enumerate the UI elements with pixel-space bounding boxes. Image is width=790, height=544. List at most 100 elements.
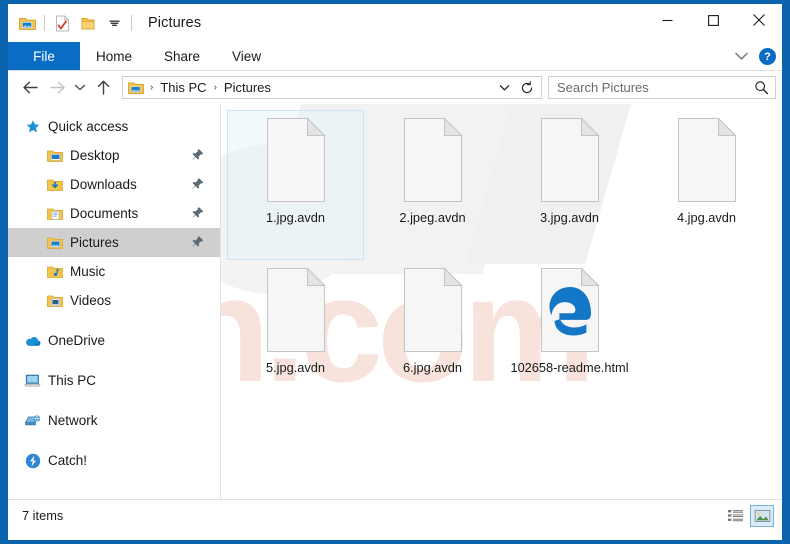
tab-home[interactable]: Home: [80, 42, 148, 70]
window-title: Pictures: [148, 15, 202, 31]
properties-icon[interactable]: [49, 10, 75, 36]
sidebar-item-label: Music: [70, 264, 106, 279]
breadcrumb-separator-2: ›: [213, 82, 217, 93]
sidebar-item-label: This PC: [48, 373, 97, 388]
file-item[interactable]: 4.jpg.avdn: [638, 110, 775, 260]
view-buttons: [723, 504, 774, 527]
search-placeholder: Search Pictures: [557, 80, 649, 95]
sidebar-item-desktop[interactable]: Desktop: [8, 141, 220, 170]
blank-file-icon: [263, 117, 329, 203]
file-item[interactable]: 102658-readme.html: [501, 260, 638, 410]
blank-file-icon: [400, 267, 466, 353]
file-explorer-window: Pictures File Home Share View ? › This P…: [8, 4, 782, 540]
sidebar-item-label: Catch!: [48, 453, 88, 468]
pin-icon[interactable]: [192, 235, 204, 250]
pictures-folder-icon[interactable]: [14, 10, 40, 36]
sidebar-item-label: Videos: [70, 293, 112, 308]
address-dropdown-icon[interactable]: [494, 84, 515, 92]
sidebar-item-catch[interactable]: Catch!: [8, 446, 220, 475]
ribbon-tab-bar: File Home Share View ?: [8, 42, 782, 71]
edge-html-file-icon: [537, 267, 603, 353]
sidebar-item-documents[interactable]: Documents: [8, 199, 220, 228]
sidebar-item-this-pc[interactable]: This PC: [8, 366, 220, 395]
tab-file[interactable]: File: [8, 42, 80, 70]
sidebar-item-pictures[interactable]: Pictures: [8, 228, 220, 257]
navigation-bar: › This PC › Pictures Search Pictures: [8, 71, 782, 104]
up-button[interactable]: [90, 75, 116, 101]
maximize-button[interactable]: [690, 4, 736, 36]
minimize-button[interactable]: [644, 4, 690, 36]
details-view-icon[interactable]: [723, 505, 747, 527]
file-item[interactable]: 1.jpg.avdn: [227, 110, 364, 260]
blank-file-icon: [674, 117, 740, 203]
item-count-label: 7 items: [22, 508, 64, 523]
refresh-icon[interactable]: [517, 80, 537, 95]
qat-separator-1: [44, 15, 45, 31]
title-bar: Pictures: [8, 4, 782, 42]
recent-locations-icon[interactable]: [70, 75, 90, 101]
file-name: 3.jpg.avdn: [539, 210, 600, 225]
navigation-pane: Quick access Desktop Downloads Documents…: [8, 104, 220, 499]
tab-view[interactable]: View: [216, 42, 277, 70]
pin-icon[interactable]: [192, 148, 204, 163]
sidebar-gap-4: [8, 435, 220, 446]
address-bar-controls: [494, 80, 537, 95]
star-icon: [24, 118, 41, 135]
file-name: 102658-readme.html: [510, 360, 629, 375]
file-name: 5.jpg.avdn: [265, 360, 326, 375]
sidebar-gap-1: [8, 315, 220, 326]
window-controls: [644, 4, 782, 36]
catch-icon: [24, 452, 41, 469]
back-button[interactable]: [18, 75, 44, 101]
onedrive-cloud-icon: [24, 332, 41, 349]
file-item[interactable]: 2.jpeg.avdn: [364, 110, 501, 260]
breadcrumb-item-pictures[interactable]: Pictures: [221, 80, 274, 95]
pictures-folder-icon: [46, 234, 63, 251]
breadcrumb-root-icon[interactable]: [128, 81, 144, 95]
file-item[interactable]: 5.jpg.avdn: [227, 260, 364, 410]
search-input[interactable]: Search Pictures: [548, 76, 776, 99]
sidebar-item-music[interactable]: Music: [8, 257, 220, 286]
help-icon[interactable]: ?: [759, 48, 776, 65]
sidebar-item-label: Pictures: [70, 235, 119, 250]
blank-file-icon: [400, 117, 466, 203]
file-item[interactable]: 3.jpg.avdn: [501, 110, 638, 260]
sidebar-item-onedrive[interactable]: OneDrive: [8, 326, 220, 355]
network-icon: [24, 412, 41, 429]
blank-file-icon: [537, 117, 603, 203]
sidebar-gap-3: [8, 395, 220, 406]
customize-qat-icon[interactable]: [101, 10, 127, 36]
ribbon-right-controls: ?: [734, 42, 776, 71]
address-bar[interactable]: › This PC › Pictures: [122, 76, 542, 99]
sidebar-item-label: Documents: [70, 206, 139, 221]
this-pc-icon: [24, 372, 41, 389]
pin-icon[interactable]: [192, 206, 204, 221]
file-list-pane[interactable]: sh.com 1.jpg.avdn: [221, 104, 782, 499]
file-name: 1.jpg.avdn: [265, 210, 326, 225]
file-name: 6.jpg.avdn: [402, 360, 463, 375]
explorer-body: Quick access Desktop Downloads Documents…: [8, 104, 782, 499]
sidebar-gap-2: [8, 355, 220, 366]
chevron-down-icon[interactable]: [734, 48, 749, 66]
sidebar-item-quick-access[interactable]: Quick access: [8, 112, 220, 141]
sidebar-item-label: Quick access: [48, 119, 129, 134]
search-icon[interactable]: [754, 80, 769, 95]
pin-icon[interactable]: [192, 177, 204, 192]
sidebar-item-network[interactable]: Network: [8, 406, 220, 435]
desktop-folder-icon: [46, 147, 63, 164]
file-item[interactable]: 6.jpg.avdn: [364, 260, 501, 410]
close-button[interactable]: [736, 4, 782, 36]
file-grid: 1.jpg.avdn 2.jpeg.avdn 3.jpg.avdn 4.jpg.…: [227, 110, 782, 410]
file-name: 2.jpeg.avdn: [399, 210, 466, 225]
music-folder-icon: [46, 263, 63, 280]
sidebar-item-videos[interactable]: Videos: [8, 286, 220, 315]
status-bar: 7 items: [8, 499, 782, 531]
large-icons-view-icon[interactable]: [750, 504, 774, 527]
sidebar-item-downloads[interactable]: Downloads: [8, 170, 220, 199]
tab-share[interactable]: Share: [148, 42, 216, 70]
new-folder-icon[interactable]: [75, 10, 101, 36]
blank-file-icon: [263, 267, 329, 353]
breadcrumb-item-this-pc[interactable]: This PC: [157, 80, 209, 95]
quick-access-toolbar: [8, 10, 136, 36]
videos-folder-icon: [46, 292, 63, 309]
